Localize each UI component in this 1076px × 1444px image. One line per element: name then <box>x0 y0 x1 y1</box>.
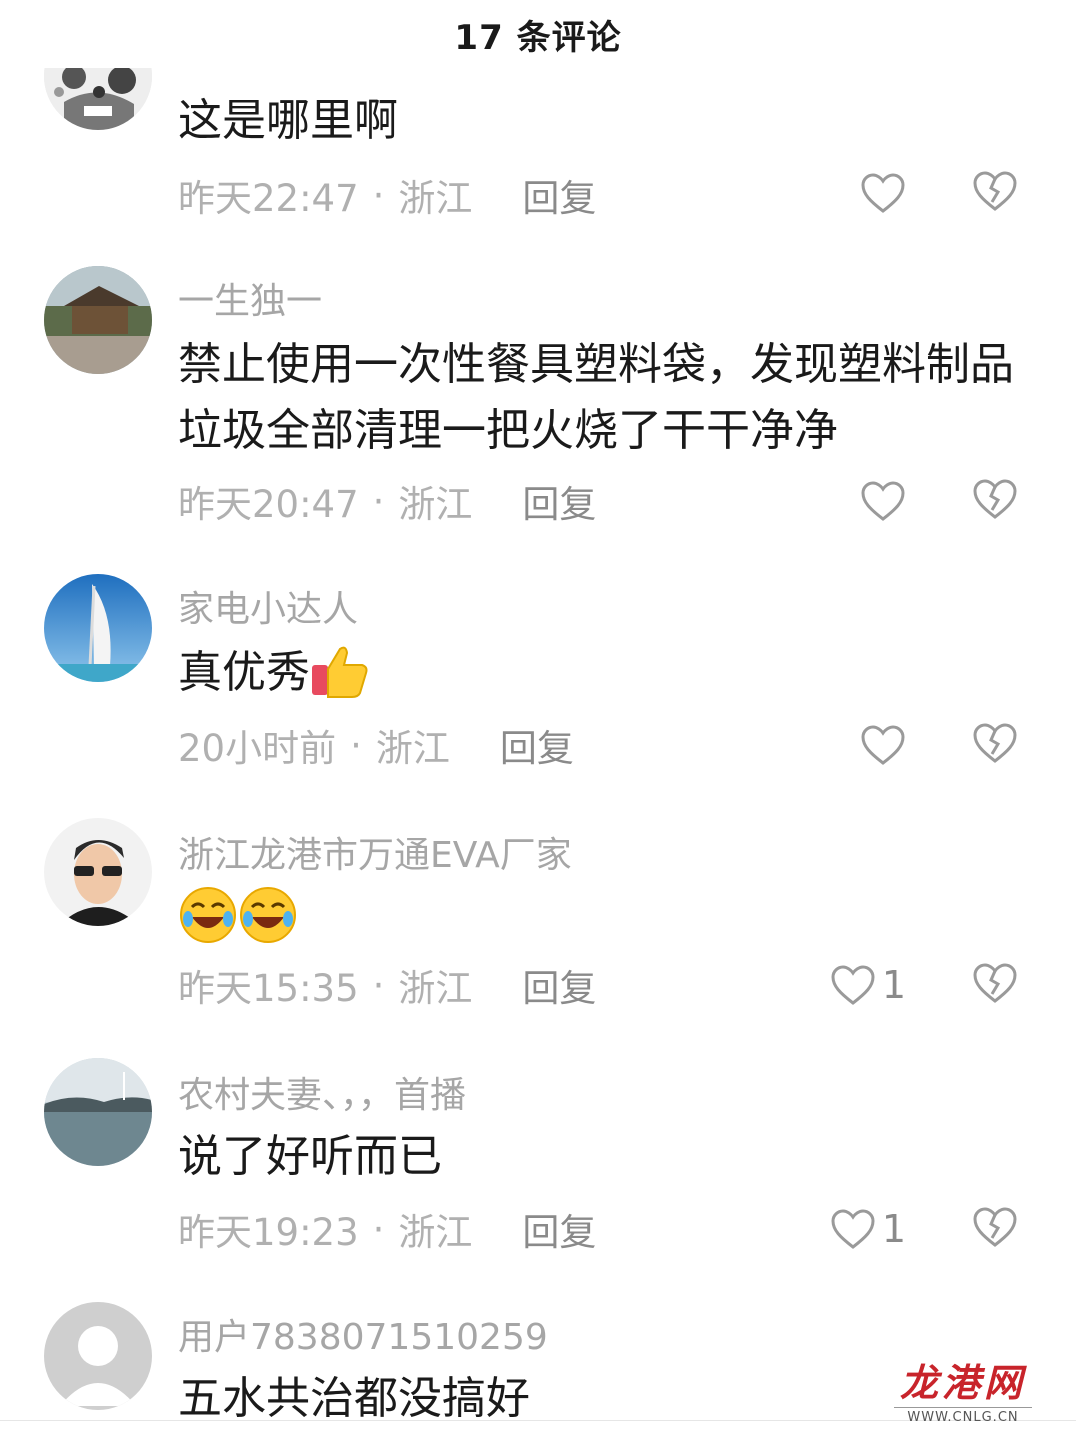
comment-location: 浙江 <box>398 177 473 220</box>
avatar[interactable] <box>44 818 152 926</box>
comment-username[interactable]: 浙江龙港市万通EVA厂家 <box>178 826 572 878</box>
reply-button[interactable]: 回复 <box>522 474 596 528</box>
thumbs-up-emoji <box>312 646 368 698</box>
meta-separator: · <box>372 173 385 217</box>
comment-username[interactable]: 用户7838071510259 <box>178 1308 548 1360</box>
dislike-button[interactable] <box>972 170 1018 216</box>
comments-page: 17 条评论 这是哪里啊 昨天22:47 · 浙江 回复 一生独一 禁止使用一次… <box>0 0 1076 1444</box>
avatar-image <box>44 266 152 374</box>
broken-heart-icon <box>973 479 1017 519</box>
meta-separator: · <box>372 1207 385 1251</box>
watermark-logo: 龙港网 <box>899 1360 1026 1405</box>
rolling-laughing-emoji <box>180 887 236 943</box>
like-button[interactable] <box>860 168 906 218</box>
heart-outline-icon <box>831 1209 875 1249</box>
comment-meta: 昨天15:35 · 浙江 回复 <box>178 958 596 1012</box>
like-button[interactable]: 1 <box>830 960 906 1010</box>
avatar[interactable] <box>44 1302 152 1410</box>
comment-meta: 昨天20:47 · 浙江 回复 <box>178 474 596 528</box>
comments-header: 17 条评论 <box>0 0 1076 68</box>
heart-outline-icon <box>831 965 875 1005</box>
reply-button[interactable]: 回复 <box>522 168 596 222</box>
dislike-button[interactable] <box>972 478 1018 524</box>
comment-time: 昨天20:47 <box>178 483 359 526</box>
heart-outline-icon <box>861 725 905 765</box>
like-count: 1 <box>881 1207 906 1251</box>
broken-heart-icon <box>973 1207 1017 1247</box>
like-button[interactable]: 1 <box>830 1204 906 1254</box>
comment-time: 昨天15:35 <box>178 967 359 1010</box>
comment-meta: 20小时前 · 浙江 回复 <box>178 718 574 772</box>
comment-time: 昨天22:47 <box>178 177 359 220</box>
comment-location: 浙江 <box>375 727 450 770</box>
avatar-image <box>44 574 152 682</box>
reply-button[interactable]: 回复 <box>522 958 596 1012</box>
broken-heart-icon <box>973 963 1017 1003</box>
reply-button[interactable]: 回复 <box>522 1202 596 1256</box>
broken-heart-icon <box>973 171 1017 211</box>
comment-username[interactable]: 农村夫妻、，，首播 <box>178 1066 466 1118</box>
comment-count-title: 17 条评论 <box>454 17 622 58</box>
heart-outline-icon <box>861 173 905 213</box>
comment-username[interactable]: 家电小达人 <box>178 580 358 632</box>
watermark-url: WWW.CNLG.CN <box>894 1407 1032 1425</box>
broken-heart-icon <box>973 723 1017 763</box>
rolling-laughing-emoji <box>240 887 296 943</box>
comment-time: 20小时前 <box>178 727 337 770</box>
comment-location: 浙江 <box>398 967 473 1010</box>
comment-text-body: 真优秀 <box>178 647 310 698</box>
comment-username[interactable]: 一生独一 <box>178 272 322 324</box>
avatar-image <box>44 1058 152 1166</box>
dislike-button[interactable] <box>972 722 1018 768</box>
dislike-button[interactable] <box>972 1206 1018 1252</box>
comment-text: 说了好听而已 <box>178 1131 442 1182</box>
heart-outline-icon <box>861 481 905 521</box>
dislike-button[interactable] <box>972 962 1018 1008</box>
comment-location: 浙江 <box>398 1211 473 1254</box>
meta-separator: · <box>350 723 362 767</box>
avatar[interactable] <box>44 266 152 374</box>
comment-meta: 昨天22:47 · 浙江 回复 <box>178 168 596 222</box>
comment-location: 浙江 <box>398 483 473 526</box>
like-button[interactable] <box>860 720 906 770</box>
comment-meta: 昨天19:23 · 浙江 回复 <box>178 1202 596 1256</box>
meta-separator: · <box>372 479 385 523</box>
like-count: 1 <box>881 963 906 1007</box>
comment-text: 真优秀 <box>178 640 1018 706</box>
avatar[interactable] <box>44 574 152 682</box>
default-avatar-icon <box>44 1302 152 1410</box>
comment-text: 这是哪里啊 <box>178 95 398 146</box>
avatar[interactable] <box>44 1058 152 1166</box>
site-watermark: 龙港网 WWW.CNLG.CN <box>888 1352 1038 1425</box>
comment-text: 禁止使用一次性餐具塑料袋，发现塑料制品垃圾全部清理一把火烧了干干净净 <box>178 339 1014 456</box>
reply-button[interactable]: 回复 <box>500 718 574 772</box>
meta-separator: · <box>372 963 385 1007</box>
comment-text <box>178 880 1018 946</box>
avatar-image <box>44 818 152 926</box>
comment-time: 昨天19:23 <box>178 1211 359 1254</box>
like-button[interactable] <box>860 476 906 526</box>
